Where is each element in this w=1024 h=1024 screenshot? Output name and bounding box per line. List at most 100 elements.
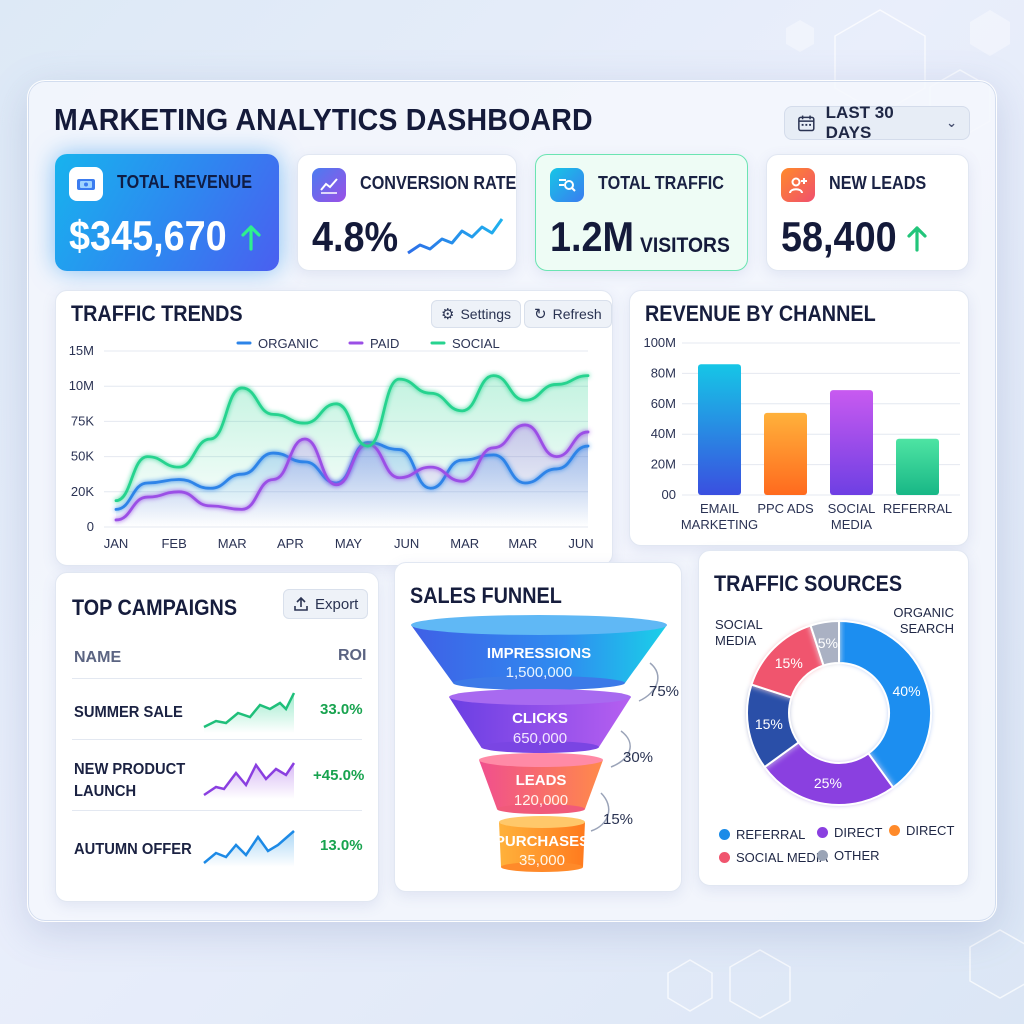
kpi-unit: VISITORS [640,234,730,257]
sales-funnel-panel: SALES FUNNEL IMPRESSIONS 1,500,000 CLICK… [394,562,682,892]
chevron-down-icon: ⌄ [946,115,957,130]
legend-label: REFERRAL [736,827,806,842]
campaign-name-line: NEW PRODUCT LAUNCH [74,761,186,800]
kpi-card-total-revenue[interactable]: TOTAL REVENUE $345,670 [55,154,279,271]
refresh-button[interactable]: ↻ Refresh [524,300,612,328]
legend-label: SOCIAL MEDIA [736,850,828,865]
bar [764,412,807,495]
y-tick-label: 20M [651,457,676,472]
kpi-label: CONVERSION RATE [360,173,517,193]
bar [698,364,741,495]
refresh-label: Refresh [552,306,602,322]
campaign-name: AUTUMN OFFER [74,841,192,858]
legend-dot [889,825,900,836]
settings-button[interactable]: ⚙ Settings [431,300,522,328]
funnel-stage-label: PURCHASES [494,833,590,850]
kpi-card-new-leads[interactable]: NEW LEADS 58,400 [766,154,969,271]
kpi-value: 58,400 [781,213,897,260]
y-tick-label: 15M [69,343,94,358]
legend-label: DIRECT [834,825,883,840]
page-title: MARKETING ANALYTICS DASHBOARD [54,102,593,137]
divider [72,678,362,679]
kpi-card-conversion-rate[interactable]: CONVERSION RATE 4.8% [297,154,517,271]
legend-dot [817,850,828,861]
slice-label: 5% [818,635,838,651]
add-user-icon [781,168,815,202]
legend-item: REFERRAL [719,827,805,842]
traffic-trends-panel: TRAFFIC TRENDS ⚙ Settings ↻ Refresh 0 20K… [55,290,613,566]
x-tick-label: MAY [335,536,363,551]
kpi-label: TOTAL TRAFFIC [598,173,724,193]
traffic-line-chart: 0 20K 50K 75K 10M 15M JAN FEB MAR APR MAY JUN MAR MAR… [69,336,594,551]
funnel-stage-label: IMPRESSIONS [486,645,592,662]
y-tick-label: 10M [69,378,94,393]
legend-item: DIRECT [889,823,954,838]
column-header-roi: ROI [338,647,367,664]
campaign-sparkline [203,692,296,733]
kpi-card-total-traffic[interactable]: TOTAL TRAFFIC 1.2M VISITORS [535,154,748,271]
legend-label: PAID [370,336,399,351]
legend-item: DIRECT [817,825,882,840]
legend-label: DIRECT [906,823,955,838]
slice-label: 40% [893,683,921,699]
campaign-sparkline [203,762,296,799]
y-tick-label: 20K [71,484,94,499]
x-tick-label: JAN [104,536,129,551]
gear-icon: ⚙ [441,306,455,323]
panel-title: REVENUE BY CHANNEL [645,301,876,326]
line-chart-icon [312,168,346,202]
calendar-icon [798,115,815,132]
legend-item: SOCIAL MEDIA [719,850,828,865]
x-tick-label: MAR [450,536,479,551]
y-tick-label: 80M [651,365,676,380]
date-range-selector[interactable]: LAST 30 DAYS ⌄ [784,103,970,142]
x-tick-label: APR [277,536,304,551]
panel-title: TRAFFIC TRENDS [71,301,243,326]
campaign-name: NEW PRODUCT LAUNCH [74,759,185,803]
kpi-value: $345,670 [69,212,227,259]
arrow-up-icon [241,225,261,251]
export-label: Export [315,595,359,613]
legend-dot [817,827,828,838]
y-tick-label: 50K [71,449,94,464]
y-tick-label: 40M [651,426,676,441]
kpi-value: 1.2M [550,213,635,260]
x-tick-label: FEB [161,536,186,551]
revenue-icon [69,167,103,201]
x-tick-label: SOCIAL [828,501,876,516]
funnel-stage-label: CLICKS [512,710,568,727]
x-tick-label: MAR [218,536,247,551]
funnel-conversion-rate: 30% [623,749,654,766]
funnel-stage-value: 35,000 [519,852,565,869]
x-tick-label: EMAIL [700,501,739,516]
kpi-label: TOTAL REVENUE [117,172,253,192]
column-header-name: NAME [74,649,122,666]
funnel-stage-value: 120,000 [513,792,569,809]
funnel-stage-label: LEADS [515,772,567,789]
arrow-up-icon [907,226,927,252]
upload-icon [294,596,308,611]
export-button[interactable]: Export [283,589,369,619]
slice-label: 25% [814,775,842,791]
y-tick-label: 75K [71,413,94,428]
campaign-sparkline [203,830,295,867]
campaign-name: SUMMER SALE [74,704,183,721]
funnel-conversion-rate: 15% [603,811,634,828]
traffic-sources-donut: 40% 25% 15% 15% 5% [746,619,932,806]
campaign-roi: +45.0% [313,767,365,784]
divider [72,810,362,811]
legend-dot [719,852,730,863]
x-tick-label: MEDIA [831,517,873,532]
funnel-stage-value: 1,500,000 [505,664,573,681]
refresh-icon: ↻ [534,306,547,323]
revenue-by-channel-panel: REVENUE BY CHANNEL 00 20M 40M 60M 80M 100M EMA… [629,290,969,546]
y-tick-label: 00 [662,487,676,502]
x-tick-label: MAR [508,536,537,551]
y-tick-label: 0 [87,519,94,534]
legend-item: OTHER [817,848,880,863]
bar [830,390,873,495]
campaign-roi: 33.0% [320,701,363,718]
traffic-sources-panel: TRAFFIC SOURCES SOCIAL MEDIA ORGANIC SEA… [698,550,969,886]
slice-label: 15% [775,655,803,671]
kpi-value: 4.8% [312,213,399,260]
